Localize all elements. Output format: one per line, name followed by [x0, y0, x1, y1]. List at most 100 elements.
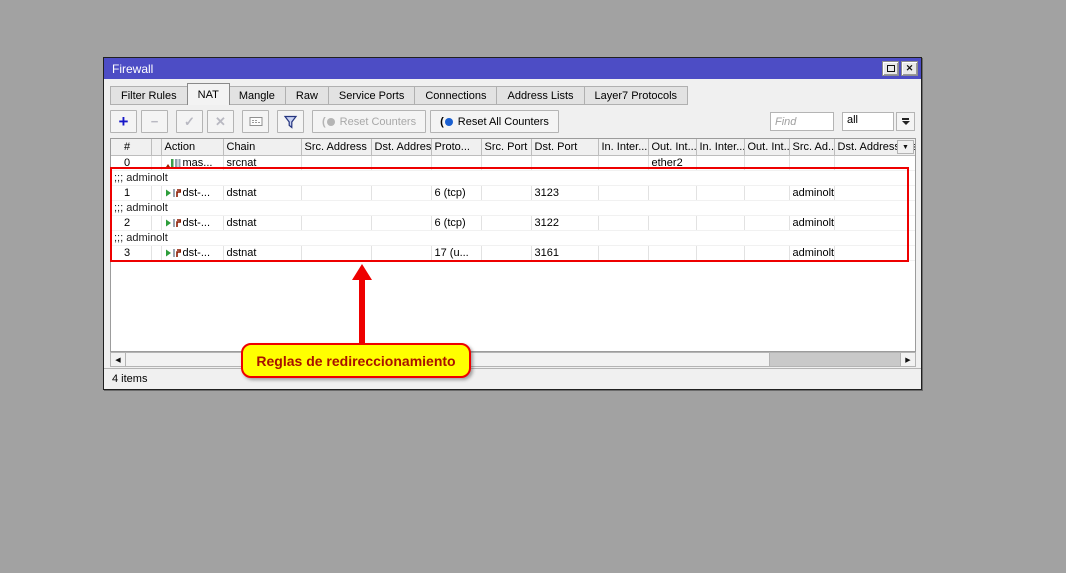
column-header[interactable]: In. Inter... [598, 139, 648, 155]
nat-rules-table: # ActionChainSrc. AddressDst. AddressProt… [110, 138, 916, 352]
column-header[interactable]: In. Inter... [696, 139, 744, 155]
find-input[interactable] [770, 112, 834, 131]
enable-rule-button[interactable]: ✓ [176, 110, 203, 133]
comment-row[interactable]: ;;; adminolt [111, 170, 915, 185]
table-row[interactable]: 2dst-...dstnat6 (tcp)3122adminolt [111, 215, 915, 230]
comment-row[interactable]: ;;; adminolt [111, 230, 915, 245]
table-cell: 3122 [531, 215, 598, 230]
table-cell [648, 245, 696, 260]
tab-filter-rules[interactable]: Filter Rules [110, 86, 188, 105]
table-cell [648, 215, 696, 230]
table-cell [371, 185, 431, 200]
dropdown-button[interactable] [896, 112, 915, 131]
rule-comment: ;;; adminolt [111, 230, 915, 245]
table-row[interactable]: 1dst-...dstnat6 (tcp)3123adminolt [111, 185, 915, 200]
tab-mangle[interactable]: Mangle [229, 86, 286, 105]
column-header[interactable] [151, 139, 161, 155]
table-cell [301, 185, 371, 200]
table-cell [598, 185, 648, 200]
maximize-icon [887, 65, 895, 72]
column-select-button[interactable]: ▼ [897, 140, 914, 154]
minus-icon: − [151, 115, 159, 128]
horizontal-scrollbar[interactable]: ◀ ▶ [110, 352, 916, 367]
table-cell [598, 245, 648, 260]
close-button[interactable]: ✕ [901, 61, 918, 76]
filter-funnel-icon [283, 115, 298, 129]
annotation-arrow-shaft [359, 278, 365, 346]
check-icon: ✓ [184, 115, 195, 128]
column-header[interactable]: Proto... [431, 139, 481, 155]
reset-counters-button[interactable]: ( Reset Counters [312, 110, 426, 133]
column-header[interactable]: Src. Address [301, 139, 371, 155]
column-header[interactable]: Out. Int... [744, 139, 789, 155]
window-title: Firewall [112, 62, 153, 76]
table-cell: adminolt [789, 185, 834, 200]
table-row[interactable]: 0mas...srcnatether2 [111, 155, 915, 170]
table-cell [371, 245, 431, 260]
table-cell [834, 155, 915, 170]
remove-rule-button[interactable]: − [141, 110, 168, 133]
tab-nat[interactable]: NAT [187, 83, 230, 105]
callout-text: Reglas de redireccionamiento [256, 353, 455, 369]
plus-icon: + [119, 113, 129, 130]
table-cell: dstnat [223, 185, 301, 200]
column-header[interactable]: Src. Port [481, 139, 531, 155]
dst-nat-icon [165, 218, 181, 228]
table-cell: mas... [161, 155, 223, 170]
table-cell [301, 215, 371, 230]
scroll-right-button[interactable]: ▶ [900, 353, 915, 366]
dropdown-arrow-icon [902, 118, 909, 120]
column-header[interactable]: Action [161, 139, 223, 155]
table-row[interactable]: 3dst-...dstnat17 (u...3161adminolt [111, 245, 915, 260]
dst-nat-icon [165, 188, 181, 198]
column-header[interactable]: # [111, 139, 151, 155]
tab-address-lists[interactable]: Address Lists [497, 86, 584, 105]
table-cell: 1 [111, 185, 151, 200]
table-cell [696, 245, 744, 260]
tab-raw[interactable]: Raw [286, 86, 329, 105]
table-cell: 17 (u... [431, 245, 481, 260]
table-cell: 0 [111, 155, 151, 170]
comment-row[interactable]: ;;; adminolt [111, 200, 915, 215]
table-cell [151, 185, 161, 200]
table-cell: 2 [111, 215, 151, 230]
table-cell: dst-... [161, 215, 223, 230]
table-cell [744, 245, 789, 260]
tab-service-ports[interactable]: Service Ports [329, 86, 415, 105]
table-cell: dst-... [161, 245, 223, 260]
reset-all-counters-button[interactable]: ( Reset All Counters [430, 110, 559, 133]
table-cell [151, 155, 161, 170]
table-cell [598, 155, 648, 170]
table-cell [648, 185, 696, 200]
column-header[interactable]: Chain [223, 139, 301, 155]
filter-dropdown-value: all [842, 112, 894, 131]
table-cell [789, 155, 834, 170]
table-cell [744, 155, 789, 170]
tab-layer7-protocols[interactable]: Layer7 Protocols [585, 86, 689, 105]
titlebar[interactable]: Firewall ✕ [104, 58, 921, 79]
comment-button[interactable] [242, 110, 269, 133]
table-cell: 3 [111, 245, 151, 260]
toolbar: + − ✓ ✕ ( Reset Counters ( Reset All Cou… [110, 109, 915, 134]
add-rule-button[interactable]: + [110, 110, 137, 133]
table-cell [151, 245, 161, 260]
table-cell: adminolt [789, 245, 834, 260]
table-cell [598, 215, 648, 230]
maximize-button[interactable] [882, 61, 899, 76]
comment-icon [249, 116, 263, 127]
table-cell: dst-... [161, 185, 223, 200]
column-header[interactable]: Out. Int... [648, 139, 696, 155]
column-header[interactable]: Dst. Port [531, 139, 598, 155]
table-cell: adminolt [789, 215, 834, 230]
column-header[interactable]: Src. Ad... [789, 139, 834, 155]
column-header[interactable]: Dst. Address [371, 139, 431, 155]
table-cell: 3123 [531, 185, 598, 200]
filter-button[interactable] [277, 110, 304, 133]
table-cell: 6 (tcp) [431, 215, 481, 230]
table-cell [481, 185, 531, 200]
filter-dropdown[interactable]: all [842, 112, 915, 131]
disable-rule-button[interactable]: ✕ [207, 110, 234, 133]
scroll-left-button[interactable]: ◀ [111, 353, 126, 366]
table-cell [481, 215, 531, 230]
tab-connections[interactable]: Connections [415, 86, 497, 105]
